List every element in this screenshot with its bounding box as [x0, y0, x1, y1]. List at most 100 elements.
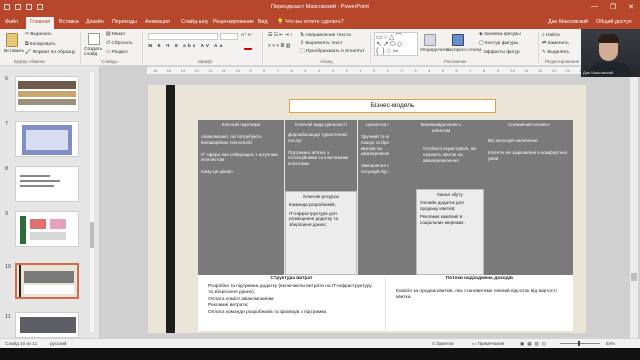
paragraph-group-label: Абзац: [320, 59, 333, 64]
tab-review[interactable]: Рецензирование: [213, 19, 254, 25]
copy-label: Копировать: [29, 42, 56, 47]
notes-button[interactable]: ≡ Заметки: [432, 341, 454, 346]
language-indicator[interactable]: русский: [50, 341, 66, 346]
tab-slideshow[interactable]: Слайд-шоу: [181, 19, 208, 25]
slide-accent-bar: [166, 85, 175, 333]
group-separator: [142, 32, 143, 64]
tab-view[interactable]: Вид: [258, 19, 268, 25]
layout-button[interactable]: ▤ Макет: [106, 32, 125, 37]
quick-styles-icon[interactable]: [452, 34, 464, 46]
slide-thumbnail[interactable]: [15, 76, 79, 112]
shape-effects-button[interactable]: ◌ Эффекты фигур: [479, 50, 520, 55]
slide-thumbnail[interactable]: [15, 211, 79, 247]
zoom-slider[interactable]: [560, 343, 600, 344]
tab-animations[interactable]: Анимация: [145, 19, 170, 25]
font-style-buttons[interactable]: Ж К Ч S abc AV Aa: [148, 44, 224, 49]
revenue-streams-box[interactable]: Потоки надходжень доходів Комісія за про…: [386, 275, 573, 331]
column-text: Клієнти які зацікавлені в комфортних умо…: [488, 149, 568, 161]
slide-thumbnail[interactable]: [15, 312, 79, 338]
quick-styles-button[interactable]: Экспресс-стили: [446, 48, 481, 53]
font-family-select[interactable]: [148, 33, 218, 40]
ruler-tick-label: 7: [276, 68, 279, 73]
font-size-select[interactable]: [220, 33, 238, 40]
key-resources-text: IT-інфраструктура для розміщення додатку…: [289, 210, 339, 228]
scroll-thumb[interactable]: [631, 273, 637, 281]
format-painter-button[interactable]: 🖌 Формат по образцу: [25, 50, 75, 55]
slide-thumbnail-active[interactable]: [15, 263, 79, 299]
shape-outline-button[interactable]: ▢ Контур фигуры: [479, 41, 518, 46]
find-button[interactable]: ⌕ Найти: [542, 32, 560, 38]
cut-button[interactable]: ✂ Вырезать: [25, 32, 52, 37]
shape-fill-button[interactable]: ◈ Заливка фигуры: [479, 32, 521, 37]
minimize-button[interactable]: —: [591, 3, 598, 11]
slide-counter: Слайд 10 из 11: [5, 341, 38, 346]
thumb-number: 8: [5, 166, 9, 172]
paste-button[interactable]: Вставить: [4, 49, 24, 54]
slide-canvas[interactable]: Бізнес-модель Ключові партнери Авіакомпа…: [148, 85, 586, 333]
tab-home[interactable]: Главная: [26, 17, 55, 29]
ruler-tick-label: 10: [510, 68, 515, 73]
ruler-tick-label: 15: [166, 68, 172, 73]
slides-group-label: Слайды: [101, 59, 118, 64]
revenue-streams-header: Потоки надходжень доходів: [445, 276, 513, 281]
slide-thumbnail-pane: 6 7 8 9 10 11: [0, 66, 100, 338]
paste-icon[interactable]: [6, 33, 18, 47]
tell-me-text: Что вы хотите сделать?: [285, 19, 344, 25]
new-slide-button[interactable]: Создать слайд: [84, 47, 106, 57]
shapes-gallery[interactable]: ▭○△⌒ ↖↗⬭◇{ }☆⇨: [374, 32, 418, 56]
convert-smartart-button[interactable]: ⬚ Преобразовать в SmartArt: [300, 49, 364, 54]
group-separator: [538, 32, 539, 64]
tab-file[interactable]: Файл: [5, 19, 18, 25]
column-text: ІТ сфера яка співпрацює з штучним інтеле…: [201, 151, 278, 163]
canvas-column-segments[interactable]: Споживчий сегмент Всі категорії населенн…: [485, 120, 573, 275]
column-header: Взаємовідносини з клієнтом: [420, 122, 462, 133]
maximize-button[interactable]: ❐: [610, 3, 616, 11]
new-slide-icon[interactable]: [88, 33, 100, 45]
ruler-tick-label: 14: [180, 68, 185, 73]
tab-transitions[interactable]: Переходы: [112, 19, 137, 25]
canvas-column-partners[interactable]: Ключові партнери Авіакомпанії, які потре…: [198, 120, 284, 275]
select-button[interactable]: ↖ Выделить: [542, 50, 570, 55]
group-separator: [262, 32, 263, 64]
shape-fill-label: Заливка фигуры: [484, 32, 521, 37]
horizontal-ruler[interactable]: 16 15 14 13 12 11 10 9 8 7 6 5 4 3 2 1 0 1 2 3 4 5 6 7 8 9 10 11 12 1…: [147, 67, 600, 75]
scroll-thumb[interactable]: [90, 222, 94, 248]
zoom-slider-thumb[interactable]: [578, 341, 580, 346]
zoom-level[interactable]: 84%: [606, 341, 615, 346]
reset-button[interactable]: ↺ Сбросить: [106, 41, 133, 46]
column-header: Ключові партнери: [221, 122, 261, 127]
share-button[interactable]: Общий доступ: [596, 19, 632, 25]
slide-thumbnail[interactable]: [15, 121, 79, 157]
grow-shrink-font-icon[interactable]: A⁺ A⁻: [241, 33, 254, 38]
user-name[interactable]: Дан Максовский: [548, 19, 588, 25]
comments-button[interactable]: ▭ Примечания: [472, 341, 504, 347]
arrange-icon[interactable]: [424, 34, 436, 46]
ruler-tick-label: 4: [318, 68, 321, 73]
channels-box[interactable]: Канал збуту Онлайн додаток для продажу к…: [416, 189, 484, 275]
slide-title[interactable]: Бізнес-модель: [289, 99, 496, 113]
close-button[interactable]: ✕: [628, 3, 634, 11]
tell-me-box[interactable]: 💡 Что вы хотите сделать?: [277, 19, 344, 25]
replace-button[interactable]: ⇄ Заменить: [542, 41, 569, 46]
font-color-icon[interactable]: [244, 44, 252, 50]
slide-thumbnail[interactable]: [15, 166, 79, 202]
tab-insert[interactable]: Вставка: [59, 19, 79, 25]
thumb-number: 10: [5, 264, 12, 270]
thumbnail-scrollbar[interactable]: [90, 72, 94, 332]
cost-structure-box[interactable]: Структура витрат Розробка та підтримка д…: [198, 275, 385, 331]
section-button[interactable]: ▭ Раздел: [106, 50, 128, 55]
key-resources-text: Команда розробників;: [289, 201, 336, 207]
cut-label: Вырезать: [30, 32, 52, 37]
arrange-button[interactable]: Упорядочить: [420, 48, 449, 53]
text-direction-button[interactable]: ⇅ Направление текста: [300, 33, 351, 38]
format-painter-label: Формат по образцу: [32, 50, 76, 55]
align-text-button[interactable]: ⇳ Выровнять текст: [300, 41, 343, 46]
tab-design[interactable]: Дизайн: [86, 19, 104, 25]
copy-button[interactable]: ⧉ Копировать: [25, 41, 56, 47]
editor-scrollbar[interactable]: [630, 75, 638, 338]
align-buttons[interactable]: ≡ ≡ ≡ ≣ ▥: [268, 44, 290, 49]
ruler-tick-label: 8: [483, 68, 486, 73]
key-resources-box[interactable]: Ключові ресурси Команда розробників; IT-…: [285, 191, 357, 275]
list-buttons[interactable]: ☰ ☷ ⇤ ⇥ ↕: [268, 33, 292, 38]
view-buttons[interactable]: ▣▦▥⊡: [520, 341, 549, 347]
